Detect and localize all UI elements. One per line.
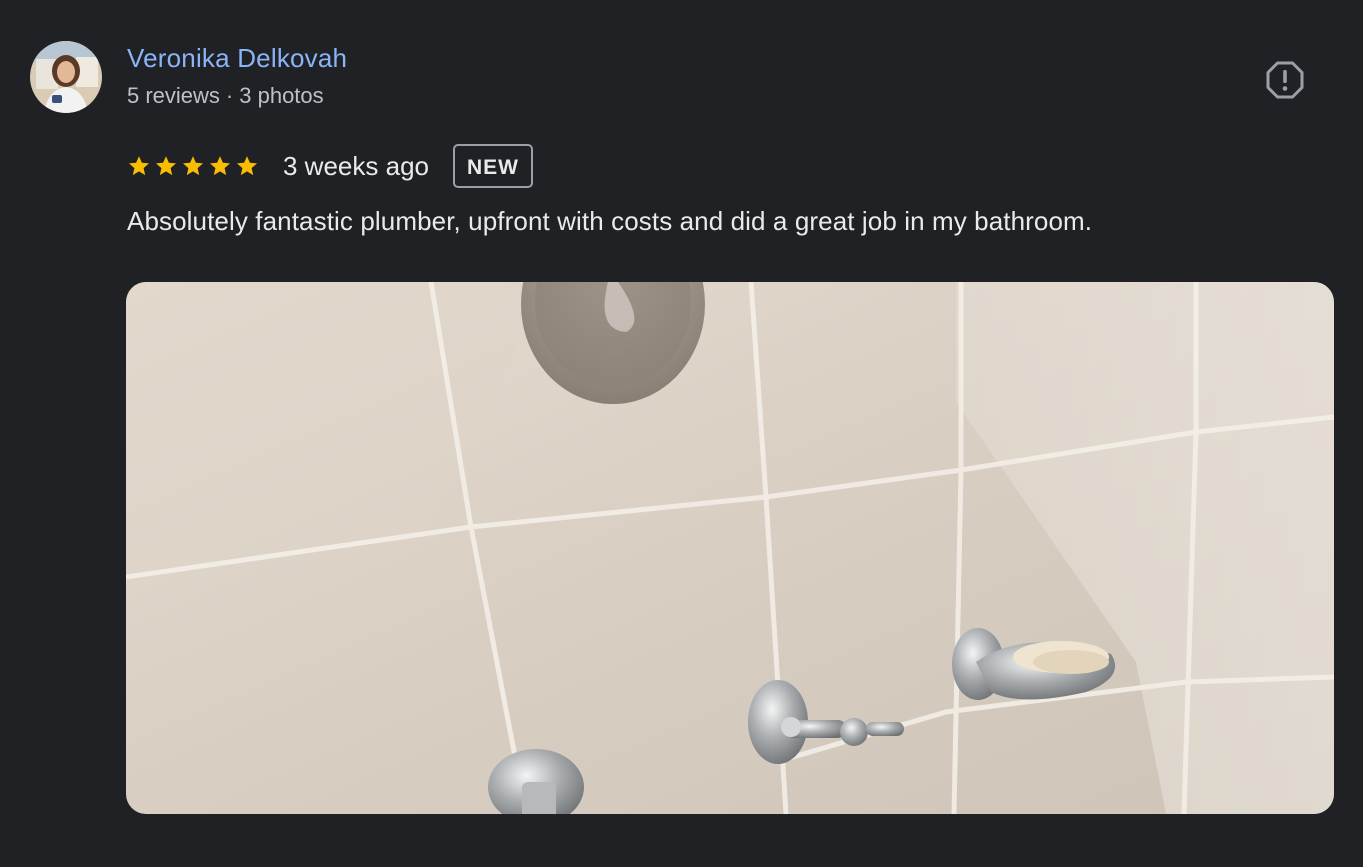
review-photo[interactable] bbox=[126, 282, 1334, 814]
author-stats: 5 reviews · 3 photos bbox=[127, 83, 324, 109]
rating-row: 3 weeks ago NEW bbox=[127, 141, 533, 191]
review-card: Veronika Delkovah 5 reviews · 3 photos 3 w… bbox=[0, 0, 1363, 867]
star-rating bbox=[127, 154, 259, 178]
author-name-link[interactable]: Veronika Delkovah bbox=[127, 43, 347, 74]
star-filled-icon bbox=[129, 156, 149, 176]
star-filled-icon bbox=[237, 156, 257, 176]
review-date: 3 weeks ago bbox=[283, 150, 429, 181]
meta-separator: · bbox=[225, 83, 234, 108]
star-filled-icon bbox=[210, 156, 230, 176]
author-review-count: 5 reviews bbox=[127, 83, 220, 108]
star-filled-icon bbox=[183, 156, 203, 176]
review-text: Absolutely fantastic plumber, upfront wi… bbox=[127, 206, 1093, 236]
author-avatar[interactable] bbox=[30, 41, 102, 113]
report-icon bbox=[1266, 61, 1304, 99]
star-filled-icon bbox=[156, 156, 176, 176]
bathroom-photo bbox=[126, 282, 1334, 814]
new-badge: NEW bbox=[452, 144, 533, 188]
author-photo-count: 3 photos bbox=[239, 83, 324, 108]
avatar-photo bbox=[30, 41, 102, 113]
report-button[interactable] bbox=[1264, 59, 1306, 101]
